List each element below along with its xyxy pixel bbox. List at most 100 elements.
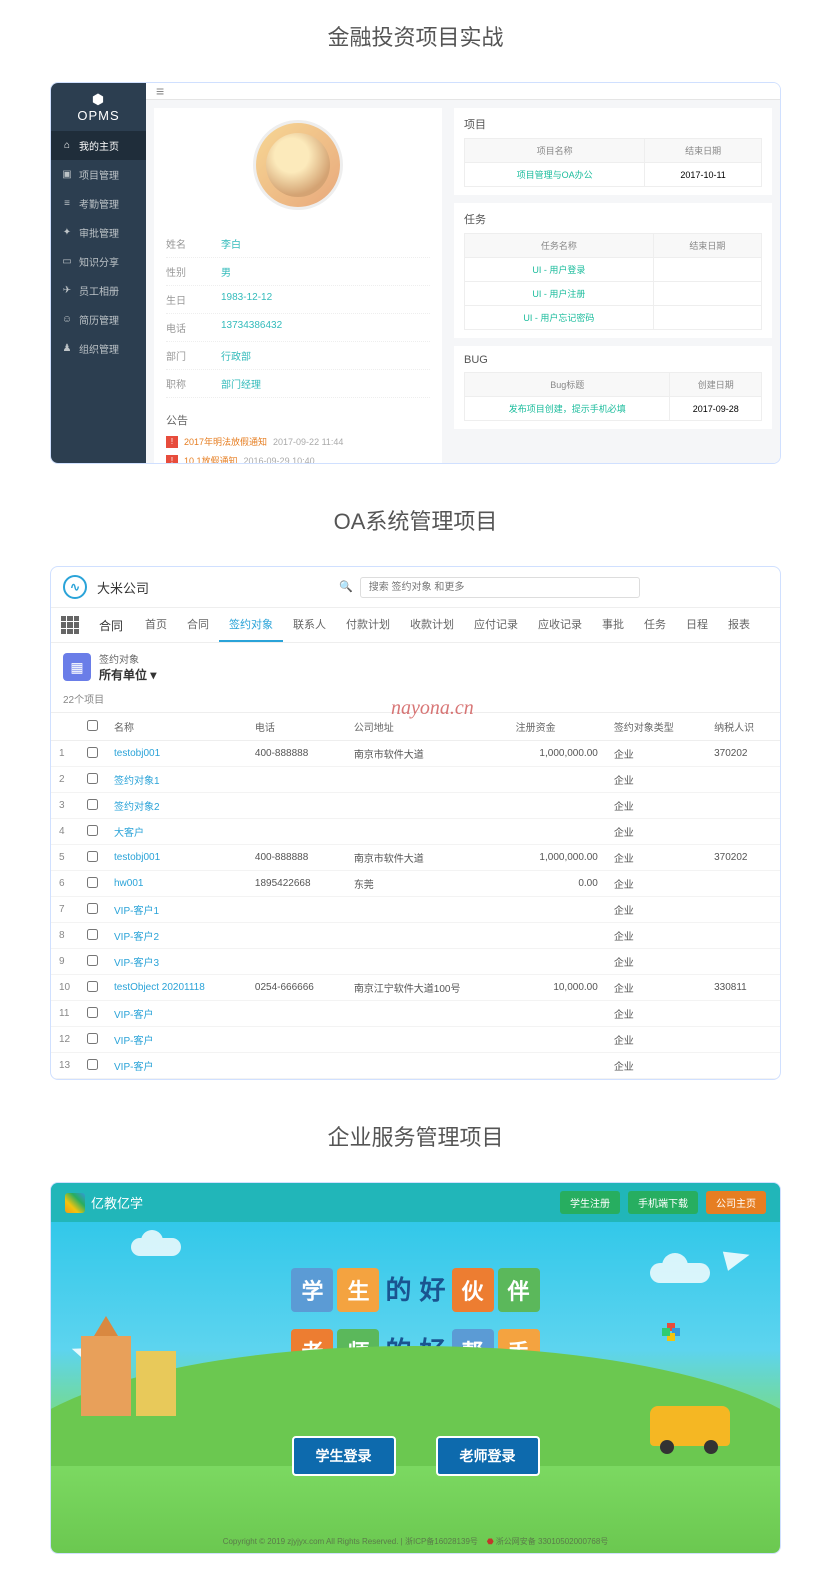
row-checkbox[interactable] bbox=[87, 955, 98, 966]
row-checkbox[interactable] bbox=[87, 877, 98, 888]
section-title-enterprise: 企业服务管理项目 bbox=[0, 1100, 831, 1182]
edu-hero: 学生的好伙伴 老师的好帮手 学生登录 老师登录 bbox=[51, 1222, 780, 1496]
slogan-char: 的 bbox=[383, 1264, 413, 1313]
crm-tab-5[interactable]: 收款计划 bbox=[400, 608, 464, 642]
crm-tab-4[interactable]: 付款计划 bbox=[336, 608, 400, 642]
cell-name-link[interactable]: 签约对象2 bbox=[114, 802, 160, 813]
crm-count: 22个项目 bbox=[51, 691, 780, 712]
menu-label: 简历管理 bbox=[79, 312, 119, 327]
table-row[interactable]: 项目管理与OA办公2017-10-11 bbox=[465, 163, 762, 187]
cell-name-link[interactable]: testobj001 bbox=[114, 852, 160, 863]
edu-top-button-2[interactable]: 公司主页 bbox=[706, 1191, 766, 1214]
col-header[interactable]: 签约对象类型 bbox=[606, 713, 706, 741]
crm-search: 🔍 bbox=[339, 577, 768, 598]
notice-item[interactable]: !2017年明法放假通知2017-09-22 11:44 bbox=[166, 432, 430, 451]
crm-tab-8[interactable]: 事批 bbox=[592, 608, 634, 642]
sidebar-item-3[interactable]: ✦审批管理 bbox=[51, 218, 146, 247]
crm-nav: 合同 首页合同签约对象联系人付款计划收款计划应付记录应收记录事批任务日程报表 bbox=[51, 608, 780, 643]
sidebar-item-5[interactable]: ✈ 员工相册 bbox=[51, 276, 146, 305]
sidebar-item-1[interactable]: ▣项目管理 bbox=[51, 160, 146, 189]
col-header[interactable]: 名称 bbox=[106, 713, 247, 741]
apps-grid-icon[interactable] bbox=[61, 616, 79, 634]
crm-tab-9[interactable]: 任务 bbox=[634, 608, 676, 642]
sidebar-item-6[interactable]: ☺简历管理 bbox=[51, 305, 146, 334]
cell-index: 12 bbox=[51, 1027, 79, 1053]
cell-name-link[interactable]: VIP-客户3 bbox=[114, 958, 159, 969]
edu-top-button-1[interactable]: 手机端下载 bbox=[628, 1191, 698, 1214]
row-checkbox[interactable] bbox=[87, 1033, 98, 1044]
menu-label: 知识分享 bbox=[79, 254, 119, 269]
cell-tax bbox=[706, 1001, 780, 1027]
alert-icon: ! bbox=[166, 436, 178, 448]
crm-view-selector[interactable]: 所有单位 ▾ bbox=[99, 666, 156, 683]
sidebar-item-4[interactable]: ▭ 知识分享 bbox=[51, 247, 146, 276]
row-checkbox[interactable] bbox=[87, 929, 98, 940]
crm-search-input[interactable] bbox=[360, 577, 640, 598]
cell-type: 企业 bbox=[606, 871, 706, 897]
notice-item[interactable]: !10.1放假通知2016-09-29 10:40 bbox=[166, 451, 430, 464]
cell-tax bbox=[706, 819, 780, 845]
row-checkbox[interactable] bbox=[87, 773, 98, 784]
crm-tab-7[interactable]: 应收记录 bbox=[528, 608, 592, 642]
table-row[interactable]: 发布项目创建，提示手机必填2017-09-28 bbox=[465, 397, 762, 421]
cell-capital bbox=[508, 819, 606, 845]
cell-addr: 南京江宁软件大道100号 bbox=[346, 975, 508, 1001]
cell-name: UI - 用户注册 bbox=[465, 282, 654, 306]
cell-name-link[interactable]: VIP-客户 bbox=[114, 1010, 153, 1021]
table-row[interactable]: UI - 用户登录 bbox=[465, 258, 762, 282]
edu-top-button-0[interactable]: 学生注册 bbox=[560, 1191, 620, 1214]
menu-label: 员工相册 bbox=[79, 283, 119, 298]
menu-icon: ✈ bbox=[61, 285, 73, 296]
crm-tab-1[interactable]: 合同 bbox=[177, 608, 219, 642]
col-header[interactable]: 纳税人识 bbox=[706, 713, 780, 741]
cell-name-link[interactable]: VIP-客户 bbox=[114, 1062, 153, 1073]
crm-tab-6[interactable]: 应付记录 bbox=[464, 608, 528, 642]
row-checkbox[interactable] bbox=[87, 1059, 98, 1070]
crm-tab-0[interactable]: 首页 bbox=[135, 608, 177, 642]
panel-bug: BUGBug标题创建日期发布项目创建，提示手机必填2017-09-28 bbox=[454, 346, 772, 429]
notice-date: 2017-09-22 11:44 bbox=[273, 437, 343, 447]
row-checkbox[interactable] bbox=[87, 799, 98, 810]
crm-tab-11[interactable]: 报表 bbox=[718, 608, 760, 642]
hamburger-icon[interactable]: ≡ bbox=[156, 83, 164, 99]
cell-tax bbox=[706, 871, 780, 897]
cell-capital: 1,000,000.00 bbox=[508, 741, 606, 767]
cell-tax bbox=[706, 949, 780, 975]
cell-type: 企业 bbox=[606, 923, 706, 949]
bug-icon: ⬢ bbox=[51, 91, 146, 108]
row-checkbox[interactable] bbox=[87, 747, 98, 758]
col-header[interactable]: 注册资金 bbox=[508, 713, 606, 741]
sidebar-item-7[interactable]: ♟组织管理 bbox=[51, 334, 146, 363]
crm-tab-3[interactable]: 联系人 bbox=[283, 608, 336, 642]
cell-name-link[interactable]: VIP-客户 bbox=[114, 1036, 153, 1047]
row-checkbox[interactable] bbox=[87, 825, 98, 836]
cell-name-link[interactable]: testobj001 bbox=[114, 748, 160, 759]
cell-name-link[interactable]: testObject 20201118 bbox=[114, 982, 205, 993]
cell-name-link[interactable]: 大客户 bbox=[114, 828, 144, 839]
sidebar-item-2[interactable]: ≡考勤管理 bbox=[51, 189, 146, 218]
table-row[interactable]: UI - 用户忘记密码 bbox=[465, 306, 762, 330]
sidebar-item-0[interactable]: ⌂我的主页 bbox=[51, 131, 146, 160]
student-login-button[interactable]: 学生登录 bbox=[292, 1436, 396, 1476]
crm-tab-10[interactable]: 日程 bbox=[676, 608, 718, 642]
menu-icon: ▭ bbox=[61, 256, 73, 267]
table-row[interactable]: UI - 用户注册 bbox=[465, 282, 762, 306]
cell-name-link[interactable]: VIP-客户1 bbox=[114, 906, 159, 917]
cell-name-link[interactable]: hw001 bbox=[114, 878, 143, 889]
select-all-checkbox[interactable] bbox=[87, 720, 98, 731]
profile-row: 职称部门经理 bbox=[166, 370, 430, 398]
cell-name-link[interactable]: 签约对象1 bbox=[114, 776, 160, 787]
row-checkbox[interactable] bbox=[87, 981, 98, 992]
row-checkbox[interactable] bbox=[87, 903, 98, 914]
teacher-login-button[interactable]: 老师登录 bbox=[436, 1436, 540, 1476]
crm-company-name: 大米公司 bbox=[97, 578, 149, 597]
cell-name-link[interactable]: VIP-客户2 bbox=[114, 932, 159, 943]
row-checkbox[interactable] bbox=[87, 1007, 98, 1018]
table-row: 5testobj001400-888888南京市软件大道1,000,000.00… bbox=[51, 845, 780, 871]
cell-addr bbox=[346, 793, 508, 819]
row-checkbox[interactable] bbox=[87, 851, 98, 862]
crm-tab-2[interactable]: 签约对象 bbox=[219, 608, 283, 642]
edu-footer: Copyright © 2019 zjyjyx.com All Rights R… bbox=[51, 1530, 780, 1553]
col-header[interactable]: 电话 bbox=[247, 713, 346, 741]
col-header[interactable]: 公司地址 bbox=[346, 713, 508, 741]
